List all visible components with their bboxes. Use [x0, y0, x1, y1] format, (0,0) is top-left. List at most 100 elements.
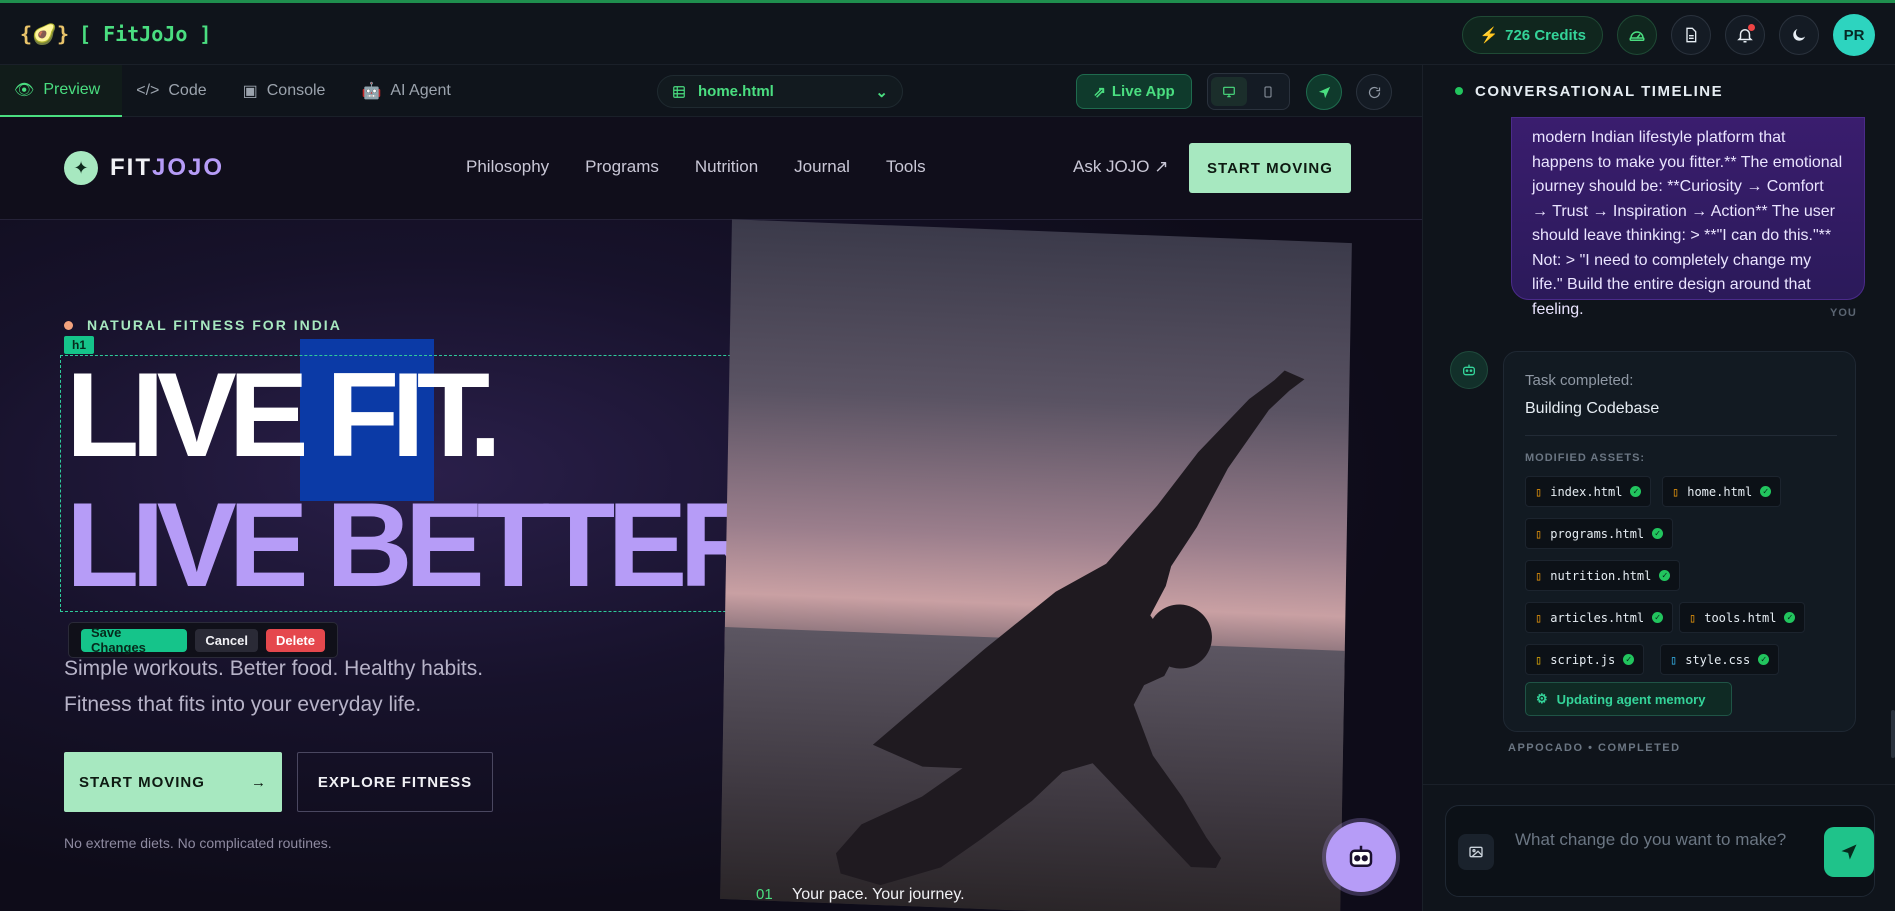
- view-tabs: 👁 Preview </> Code ▣ Console 🤖 AI Agent: [0, 65, 473, 117]
- cancel-button[interactable]: Cancel: [195, 628, 258, 652]
- attach-image-button[interactable]: [1458, 834, 1494, 870]
- moon-icon: [1793, 29, 1805, 41]
- check-icon: ✓: [1758, 654, 1770, 665]
- yoga-silhouette: [835, 370, 1305, 886]
- asset-name: nutrition.html: [1550, 568, 1652, 583]
- tab-code-label: Code: [168, 82, 207, 99]
- file-icon: [1686, 27, 1697, 43]
- check-icon: ✓: [1659, 570, 1671, 581]
- divider: [1423, 784, 1895, 785]
- file-selector[interactable]: home.html ⌄: [657, 75, 903, 108]
- dashboard-button[interactable]: [1617, 15, 1657, 55]
- tab-code[interactable]: </> Code: [122, 65, 228, 117]
- logo-text: FITJOJO: [110, 154, 224, 182]
- element-tag-label: h1: [64, 336, 94, 354]
- user-avatar[interactable]: PR: [1833, 14, 1875, 56]
- code-icon: </>: [136, 82, 160, 99]
- selected-element-outline: [60, 355, 801, 612]
- hero-start-moving-label: START MOVING: [79, 773, 205, 791]
- you-label: YOU: [1830, 307, 1857, 319]
- task-title: Building Codebase: [1525, 400, 1660, 417]
- asset-chip[interactable]: ▯ articles.html ✓: [1525, 602, 1674, 633]
- file-selector-value: home.html: [698, 83, 774, 100]
- site-logo[interactable]: ✦ FITJOJO: [64, 151, 224, 185]
- asset-chip[interactable]: ▯ tools.html ✓: [1679, 602, 1806, 633]
- asset-name: script.js: [1550, 652, 1616, 667]
- chatbot-button[interactable]: [1326, 822, 1396, 892]
- css-file-icon: ▯: [1670, 652, 1678, 667]
- tab-ai-agent-label: AI Agent: [390, 82, 451, 99]
- scrollbar[interactable]: [1891, 710, 1895, 758]
- eyebrow-dot: [64, 320, 73, 330]
- credits-badge[interactable]: ⚡ 726 Credits: [1462, 16, 1603, 54]
- hero-subtext: Simple workouts. Better food. Healthy ha…: [64, 651, 483, 723]
- desktop-view-button[interactable]: [1211, 77, 1247, 106]
- js-file-icon: ▯: [1535, 652, 1543, 667]
- nav-programs[interactable]: Programs: [585, 157, 659, 177]
- credits-label: 726 Credits: [1505, 26, 1586, 44]
- asset-name: style.css: [1685, 652, 1751, 667]
- chip-icon: ⚙: [1536, 691, 1548, 706]
- hero-start-moving-button[interactable]: START MOVING →: [64, 752, 282, 812]
- agent-avatar: [1450, 351, 1488, 389]
- tab-console[interactable]: ▣ Console: [229, 65, 348, 117]
- nav-start-moving-button[interactable]: START MOVING: [1189, 143, 1351, 193]
- brand-name: [ FitJoJo ]: [78, 21, 212, 46]
- timeline-title: CONVERSATIONAL TIMELINE: [1475, 82, 1724, 100]
- ask-jojo-link[interactable]: Ask JOJO ↗: [1073, 157, 1168, 177]
- task-label: Task completed:: [1525, 372, 1634, 389]
- nav-tools[interactable]: Tools: [886, 157, 926, 177]
- task-card: Task completed: Building Codebase MODIFI…: [1503, 351, 1856, 732]
- timeline-panel: CONVERSATIONAL TIMELINE modern Indian li…: [1422, 65, 1895, 911]
- asset-chip[interactable]: ▯ home.html ✓: [1662, 476, 1782, 507]
- navigation-icon: [1318, 86, 1330, 98]
- nav-nutrition[interactable]: Nutrition: [695, 157, 758, 177]
- theme-toggle[interactable]: [1779, 15, 1819, 55]
- phone-icon: [1264, 86, 1272, 97]
- tab-preview-label: Preview: [43, 81, 101, 98]
- brand[interactable]: {🥑} [ FitJoJo ]: [20, 22, 211, 46]
- check-icon: ✓: [1760, 486, 1772, 497]
- delete-button[interactable]: Delete: [265, 628, 325, 652]
- hero-eyebrow: NATURAL FITNESS FOR INDIA: [64, 317, 342, 333]
- editor-toolbar: 👁 Preview </> Code ▣ Console 🤖 AI Agent …: [0, 65, 1422, 117]
- site-navbar: ✦ FITJOJO Philosophy Programs Nutrition …: [0, 117, 1422, 220]
- arrow-right-icon: →: [250, 773, 267, 791]
- asset-chip[interactable]: ▯ style.css ✓: [1660, 644, 1780, 675]
- prompt-input[interactable]: What change do you want to make?: [1515, 830, 1786, 850]
- asset-chip[interactable]: ▯ script.js ✓: [1525, 644, 1645, 675]
- save-changes-button[interactable]: Save Changes: [81, 625, 188, 655]
- tab-ai-agent[interactable]: 🤖 AI Agent: [347, 65, 472, 117]
- live-app-button[interactable]: ⇗ Live App: [1076, 74, 1192, 109]
- gauge-icon: [1629, 31, 1645, 41]
- asset-name: articles.html: [1550, 610, 1645, 625]
- asset-chip[interactable]: ▯ programs.html ✓: [1525, 518, 1674, 549]
- nav-journal[interactable]: Journal: [794, 157, 850, 177]
- send-button[interactable]: [1824, 827, 1874, 877]
- notifications-button[interactable]: [1725, 15, 1765, 55]
- mobile-view-button[interactable]: [1251, 77, 1287, 106]
- refresh-icon: [1368, 86, 1380, 98]
- caption-number: 01: [756, 886, 773, 903]
- live-app-label: Live App: [1111, 83, 1175, 100]
- robot-icon: [1463, 364, 1475, 376]
- sparkle-icon: ✦: [64, 151, 98, 185]
- nav-philosophy[interactable]: Philosophy: [466, 157, 549, 177]
- explore-fitness-button[interactable]: EXPLORE FITNESS: [297, 752, 493, 812]
- document-button[interactable]: [1671, 15, 1711, 55]
- send-icon: [1841, 844, 1857, 860]
- agent-memory-status: ⚙ Updating agent memory: [1525, 682, 1732, 716]
- modified-assets-label: MODIFIED ASSETS:: [1525, 452, 1646, 464]
- notification-dot: [1748, 24, 1755, 31]
- refresh-button[interactable]: [1356, 74, 1392, 110]
- tab-preview[interactable]: 👁 Preview: [0, 65, 123, 117]
- table-icon: [673, 85, 685, 98]
- asset-chip[interactable]: ▯ nutrition.html ✓: [1525, 560, 1681, 591]
- deploy-button[interactable]: [1306, 74, 1342, 110]
- asset-chip[interactable]: ▯ index.html ✓: [1525, 476, 1652, 507]
- terminal-icon: ▣: [242, 83, 258, 100]
- image-icon: [1469, 846, 1483, 858]
- header-actions: ⚡ 726 Credits PR: [1462, 14, 1875, 56]
- eyebrow-text: NATURAL FITNESS FOR INDIA: [87, 317, 342, 333]
- asset-name: programs.html: [1550, 526, 1645, 541]
